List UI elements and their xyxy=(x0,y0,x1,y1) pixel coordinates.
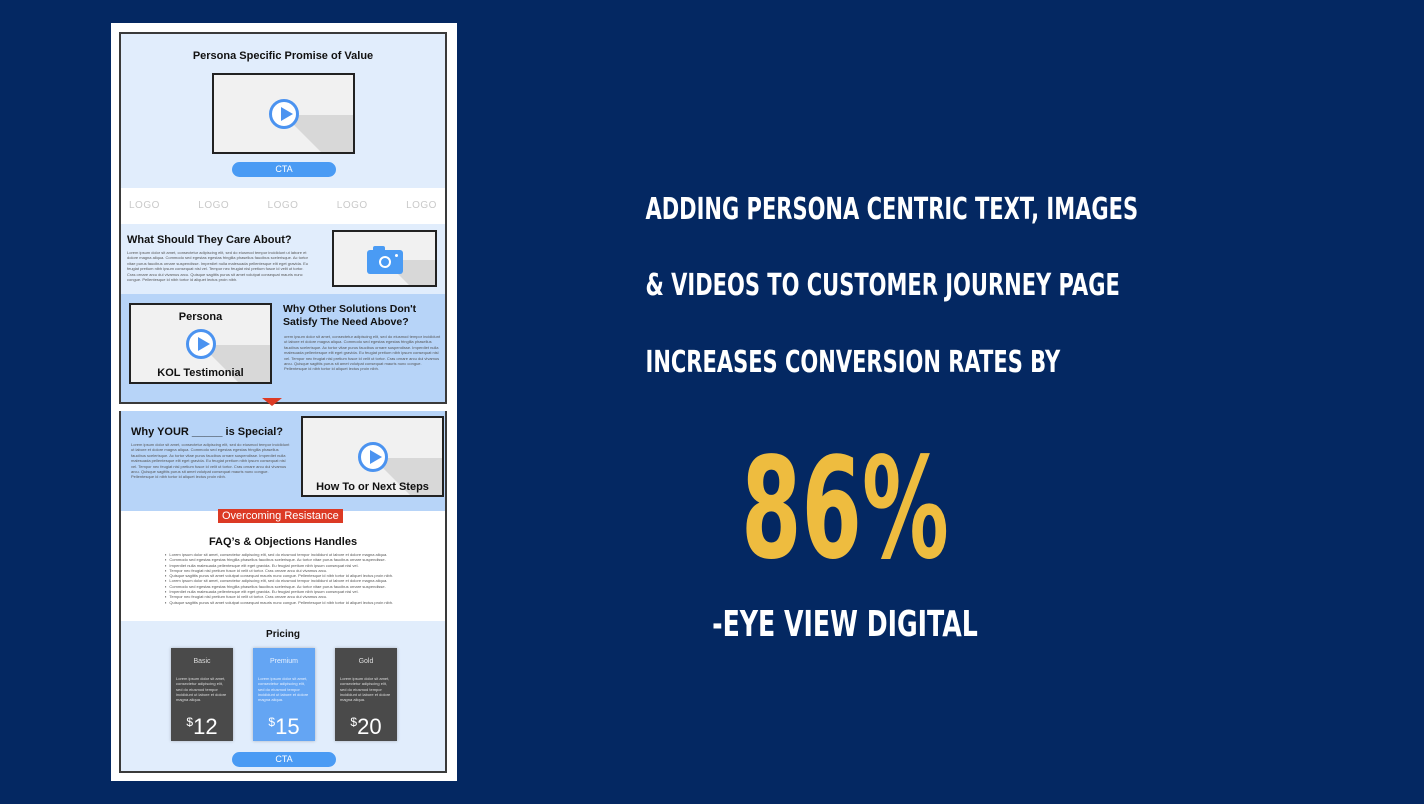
care-section: What Should They Care About? Lorem ipsum… xyxy=(121,224,445,294)
hero-video[interactable] xyxy=(212,73,355,154)
headline-line-2: & VIDEOS TO CUSTOMER JOURNEY PAGE xyxy=(645,268,1120,303)
hero-cta-button[interactable]: CTA xyxy=(232,162,336,177)
play-icon[interactable] xyxy=(269,99,299,129)
faq-heading: FAQ’s & Objections Handles xyxy=(208,536,358,548)
logo-placeholder: LOGO xyxy=(198,200,230,211)
landing-page-wireframe: Persona Specific Promise of Value CTA LO… xyxy=(111,23,457,781)
plan-price: $12 xyxy=(171,708,233,741)
plan-description: Lorem ipsum dolor sit amet, consectetur … xyxy=(176,676,227,703)
other-solutions-heading: Why Other Solutions Don't Satisfy The Ne… xyxy=(283,303,416,329)
logo-placeholder: LOGO xyxy=(267,200,299,211)
kol-testimonial-video[interactable]: Persona KOL Testimonial xyxy=(129,303,272,384)
kol-video-top-caption: Persona xyxy=(178,311,223,323)
special-body: Lorem ipsum dolor sit amet, consectetur … xyxy=(131,442,290,480)
faq-section: Overcoming Resistance FAQ’s & Objections… xyxy=(121,509,445,621)
faq-item: Commodo sed egestas egestas fringilla ph… xyxy=(165,557,415,562)
price-card-gold[interactable]: Gold Lorem ipsum dolor sit amet, consect… xyxy=(335,648,397,741)
kol-video-bottom-caption: KOL Testimonial xyxy=(157,367,244,379)
logo-strip: LOGO LOGO LOGO LOGO LOGO xyxy=(121,188,445,224)
pricing-section: Pricing Basic Lorem ipsum dolor sit amet… xyxy=(121,621,445,771)
stat-source: -EYE VIEW DIGITAL xyxy=(712,604,978,645)
care-image xyxy=(332,230,437,287)
logo-placeholder: LOGO xyxy=(406,200,437,211)
plan-name: Gold xyxy=(358,658,374,665)
next-steps-video[interactable]: How To or Next Steps xyxy=(301,416,444,497)
price-amount: 20 xyxy=(357,714,382,739)
care-heading: What Should They Care About? xyxy=(127,234,292,246)
plan-description: Lorem ipsum dolor sit amet, consectetur … xyxy=(340,676,391,703)
logo-placeholder: LOGO xyxy=(129,200,160,211)
other-solutions-section: Persona KOL Testimonial Why Other Soluti… xyxy=(121,294,445,402)
price-card-basic[interactable]: Basic Lorem ipsum dolor sit amet, consec… xyxy=(171,648,233,741)
play-icon[interactable] xyxy=(358,442,388,472)
plan-description: Lorem ipsum dolor sit amet, consectetur … xyxy=(258,676,309,703)
headline-line-3: INCREASES CONVERSION RATES BY xyxy=(645,345,1061,380)
headline-line-1: ADDING PERSONA CENTRIC TEXT, IMAGES xyxy=(645,192,1139,227)
plan-price: $20 xyxy=(335,708,397,741)
logo-placeholder: LOGO xyxy=(336,200,368,211)
wireframe-top-panel: Persona Specific Promise of Value CTA LO… xyxy=(119,32,447,404)
other-solutions-heading-line1: Why Other Solutions Don't xyxy=(283,303,417,315)
price-amount: 12 xyxy=(193,714,218,739)
price-card-premium[interactable]: Premium Lorem ipsum dolor sit amet, cons… xyxy=(253,648,315,741)
plan-price: $15 xyxy=(253,708,315,741)
hero-title: Persona Specific Promise of Value xyxy=(192,50,374,62)
wireframe-bottom-panel: Why YOUR _____ is Special? Lorem ipsum d… xyxy=(119,411,447,773)
plan-name: Premium xyxy=(269,658,298,665)
other-solutions-body: orem ipsum dolor sit amet, consectetur a… xyxy=(284,334,441,372)
special-section: Why YOUR _____ is Special? Lorem ipsum d… xyxy=(121,411,445,511)
other-solutions-heading-line2: Satisfy The Need Above? xyxy=(283,316,409,328)
play-icon[interactable] xyxy=(186,329,216,359)
down-arrow-icon xyxy=(262,398,282,406)
overcoming-resistance-badge: Overcoming Resistance xyxy=(218,509,343,523)
conversion-stat: 86% xyxy=(741,428,949,591)
pricing-cta-button[interactable]: CTA xyxy=(232,752,336,767)
price-amount: 15 xyxy=(275,714,300,739)
faq-item: Quisque sagittis purus sit amet volutpat… xyxy=(165,600,415,605)
camera-icon xyxy=(367,246,403,274)
pricing-heading: Pricing xyxy=(266,629,300,640)
plan-name: Basic xyxy=(193,658,211,665)
special-heading: Why YOUR _____ is Special? xyxy=(131,426,284,438)
faq-item: Lorem ipsum dolor sit amet, consectetur … xyxy=(165,578,415,583)
care-body: Lorem ipsum dolor sit amet, consectetur … xyxy=(127,250,308,283)
next-steps-caption: How To or Next Steps xyxy=(316,481,429,493)
hero-section: Persona Specific Promise of Value CTA xyxy=(121,34,445,188)
faq-list: Lorem ipsum dolor sit amet, consectetur … xyxy=(165,552,415,605)
